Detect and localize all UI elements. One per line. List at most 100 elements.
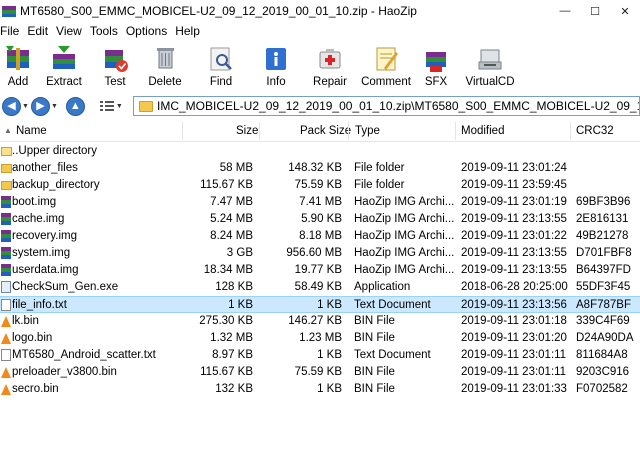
view-mode-icon[interactable] bbox=[99, 99, 115, 113]
file-name-cell: secro.bin bbox=[1, 381, 197, 398]
file-row[interactable]: userdata.img 18.34 MB 19.77 KB HaoZip IMG A… bbox=[0, 262, 640, 279]
virtualcd-button[interactable]: VirtualCD bbox=[458, 40, 522, 94]
menu-view[interactable]: View bbox=[56, 24, 87, 38]
column-modified[interactable]: Modified bbox=[461, 120, 504, 142]
file-row[interactable]: another_files 58 MB 148.32 KB File folder 20… bbox=[0, 160, 640, 177]
file-type: HaoZip IMG Archi... bbox=[354, 247, 454, 259]
file-modified: 2019-09-11 23:13:55 bbox=[461, 247, 567, 259]
menu-file[interactable]: File bbox=[0, 24, 24, 38]
find-icon bbox=[210, 47, 232, 71]
info-button[interactable]: Info bbox=[250, 40, 302, 94]
menu-tools[interactable]: Tools bbox=[90, 24, 123, 38]
file-row[interactable]: logo.bin 1.32 MB 1.23 MB BIN File 2019-09-11… bbox=[0, 330, 640, 347]
delete-button[interactable]: Delete bbox=[138, 40, 192, 94]
file-row[interactable]: preloader_v3800.bin 115.67 KB 75.59 KB BIN … bbox=[0, 364, 640, 381]
column-crc32[interactable]: CRC32 bbox=[576, 120, 614, 142]
comment-icon bbox=[376, 47, 398, 71]
haozip-archive-icon bbox=[1, 213, 11, 225]
bin-file-icon bbox=[1, 384, 11, 395]
repair-button[interactable]: Repair bbox=[302, 40, 358, 94]
file-list: ..Upper directory another_files 58 MB 148.3… bbox=[0, 143, 640, 398]
back-history-dropdown[interactable]: ▼ bbox=[22, 103, 29, 110]
file-name-cell: boot.img bbox=[1, 194, 197, 211]
file-modified: 2019-09-11 23:01:22 bbox=[461, 230, 567, 242]
maximize-button[interactable]: ☐ bbox=[580, 0, 610, 22]
comment-button[interactable]: Comment bbox=[358, 40, 414, 94]
up-button[interactable]: ▲ bbox=[65, 96, 85, 116]
bin-file-icon bbox=[1, 367, 11, 378]
file-pack-size: 75.59 KB bbox=[294, 179, 342, 191]
file-pack-size: 1 KB bbox=[317, 383, 342, 395]
toolbar: Add Extract Test Delete Find Info Repair… bbox=[0, 40, 640, 94]
file-name: another_files bbox=[12, 162, 78, 174]
column-pack-size[interactable]: Pack Size bbox=[300, 120, 351, 142]
file-modified: 2019-09-11 23:13:55 bbox=[461, 213, 567, 225]
file-pack-size: 956.60 MB bbox=[286, 247, 342, 259]
file-modified: 2019-09-11 23:01:18 bbox=[461, 315, 567, 327]
sfx-button[interactable]: SFX bbox=[414, 40, 458, 94]
forward-button[interactable]: ▶ bbox=[30, 96, 50, 116]
haozip-archive-icon bbox=[1, 264, 11, 276]
title-bar: MT6580_S00_EMMC_MOBICEL-U2_09_12_2019_00… bbox=[0, 0, 640, 22]
file-size: 115.67 KB bbox=[200, 179, 253, 191]
add-archive-icon bbox=[6, 46, 29, 70]
menu-edit[interactable]: Edit bbox=[27, 24, 53, 38]
file-name-cell: preloader_v3800.bin bbox=[1, 364, 197, 381]
column-name[interactable]: Name bbox=[16, 120, 47, 142]
file-modified: 2019-09-11 23:01:11 bbox=[461, 349, 567, 361]
file-name-cell: cache.img bbox=[1, 211, 197, 228]
file-row[interactable]: CheckSum_Gen.exe 128 KB 58.49 KB Applicatio… bbox=[0, 279, 640, 296]
column-type[interactable]: Type bbox=[355, 120, 380, 142]
back-arrow-icon: ◀ bbox=[7, 99, 16, 112]
file-type: BIN File bbox=[354, 332, 395, 344]
folder-icon bbox=[1, 181, 12, 190]
forward-history-dropdown[interactable]: ▼ bbox=[51, 103, 58, 110]
file-row[interactable]: backup_directory 115.67 KB 75.59 KB File fo… bbox=[0, 177, 640, 194]
file-type: HaoZip IMG Archi... bbox=[354, 213, 454, 225]
column-size[interactable]: Size bbox=[236, 120, 258, 142]
file-modified bbox=[461, 143, 571, 160]
close-button[interactable]: ✕ bbox=[610, 0, 640, 22]
file-type: File folder bbox=[354, 162, 405, 174]
file-size: 7.47 MB bbox=[210, 196, 253, 208]
file-crc32 bbox=[576, 160, 640, 177]
file-row[interactable]: MT6580_Android_scatter.txt 8.97 KB 1 KB Tex… bbox=[0, 347, 640, 364]
file-size: 58 MB bbox=[219, 162, 253, 174]
find-button[interactable]: Find bbox=[192, 40, 250, 94]
menu-help[interactable]: Help bbox=[175, 24, 205, 38]
menu-options[interactable]: Options bbox=[126, 24, 172, 38]
file-row[interactable]: boot.img 7.47 MB 7.41 MB HaoZip IMG Archi..… bbox=[0, 194, 640, 211]
file-name: boot.img bbox=[12, 196, 57, 208]
text-document-icon bbox=[1, 349, 11, 361]
folder-icon bbox=[1, 164, 12, 173]
menu-bar: File Edit View Tools Options Help bbox=[0, 22, 640, 40]
back-button[interactable]: ◀ bbox=[2, 96, 21, 116]
extract-icon bbox=[53, 46, 75, 69]
view-mode-dropdown[interactable]: ▼ bbox=[116, 103, 123, 110]
file-name-cell: file_info.txt bbox=[1, 297, 197, 314]
file-row[interactable]: secro.bin 132 KB 1 KB BIN File 2019-09-11 23… bbox=[0, 381, 640, 398]
file-type: BIN File bbox=[354, 315, 395, 327]
add-button[interactable]: Add bbox=[0, 40, 36, 94]
file-size: 115.67 KB bbox=[200, 366, 253, 378]
test-button[interactable]: Test bbox=[92, 40, 138, 94]
file-name-cell: logo.bin bbox=[1, 330, 197, 347]
window-controls: — ☐ ✕ bbox=[550, 0, 640, 22]
file-name-cell: userdata.img bbox=[1, 262, 197, 279]
file-crc32 bbox=[576, 177, 640, 194]
file-crc32: 9203C916 bbox=[576, 366, 630, 378]
extract-button[interactable]: Extract bbox=[36, 40, 92, 94]
file-pack-size: 75.59 KB bbox=[294, 366, 342, 378]
file-size: 128 KB bbox=[215, 281, 253, 293]
minimize-button[interactable]: — bbox=[550, 0, 580, 22]
file-row[interactable]: cache.img 5.24 MB 5.90 KB HaoZip IMG Archi.… bbox=[0, 211, 640, 228]
file-row[interactable]: lk.bin 275.30 KB 146.27 KB BIN File 2019-09-… bbox=[0, 313, 640, 330]
file-row[interactable]: ..Upper directory bbox=[0, 143, 640, 160]
address-bar[interactable]: IMC_MOBICEL-U2_09_12_2019_00_01_10.zip\M… bbox=[133, 96, 640, 116]
file-row[interactable]: system.img 3 GB 956.60 MB HaoZip IMG Archi.… bbox=[0, 245, 640, 262]
text-document-icon bbox=[1, 299, 11, 311]
file-size: 5.24 MB bbox=[210, 213, 253, 225]
file-row[interactable]: recovery.img 8.24 MB 8.18 MB HaoZip IMG Arc… bbox=[0, 228, 640, 245]
file-crc32 bbox=[576, 143, 640, 160]
file-row[interactable]: file_info.txt 1 KB 1 KB Text Document 2019-0… bbox=[0, 296, 640, 313]
